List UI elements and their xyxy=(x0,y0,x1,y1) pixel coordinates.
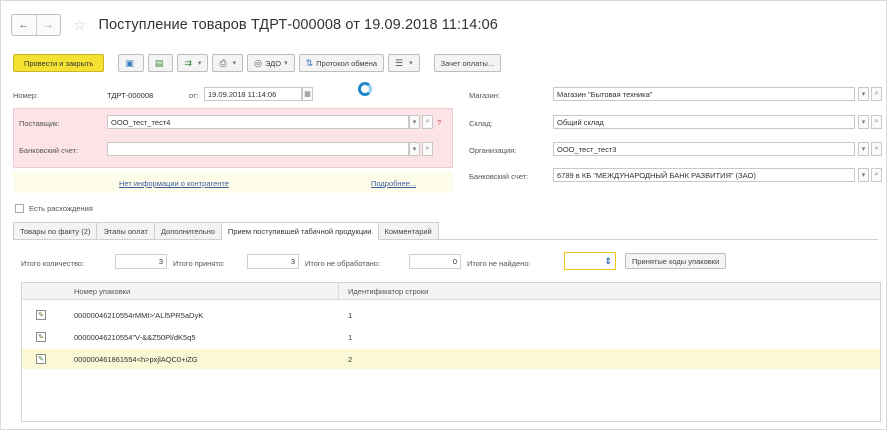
supplier-dropdown-icon[interactable]: ▾ xyxy=(409,115,420,129)
floppy-disk-icon: ▣ xyxy=(125,57,134,68)
date-from-label: от: xyxy=(189,91,199,100)
warehouse-dropdown-icon[interactable]: ▾ xyxy=(858,115,869,129)
back-arrow-icon[interactable]: ← xyxy=(12,15,36,35)
bank-open-icon[interactable]: ⌕ xyxy=(422,142,433,156)
bank-dropdown-icon[interactable]: ▾ xyxy=(409,142,420,156)
column-row-id[interactable]: Идентификатор строки xyxy=(348,283,428,300)
protocol-label: Протокол обмена xyxy=(316,58,378,68)
create-arrow-icon: ⇉ xyxy=(184,57,192,68)
package-code: 00000046210554rMMt>'ALl5PR5aDyK xyxy=(74,310,204,320)
total-unprocessed-value: 0 xyxy=(409,254,461,269)
exchange-protocol-button[interactable]: ⇅ Протокол обмена xyxy=(298,54,385,72)
copy-button[interactable]: ▤ xyxy=(147,54,174,72)
warehouse-open-icon[interactable]: ⌕ xyxy=(871,115,882,129)
title-row: ← → ☆ Поступление товаров ТДРТ-000008 от… xyxy=(11,10,876,40)
supplier-field[interactable]: ООО_тест_тест4 xyxy=(107,115,409,129)
discrepancy-label: Есть расхождения xyxy=(29,204,93,213)
org-bank-open-icon[interactable]: ⌕ xyxy=(871,168,882,182)
supplier-open-icon[interactable]: ⌕ xyxy=(422,115,433,129)
favorite-star-icon[interactable]: ☆ xyxy=(73,16,86,34)
organization-field[interactable]: ООО_тест_тест3 xyxy=(553,142,855,156)
org-bank-dropdown-icon[interactable]: ▾ xyxy=(858,168,869,182)
number-label: Номер: xyxy=(13,91,39,100)
save-button[interactable]: ▣ xyxy=(118,54,144,72)
navigation-buttons: ← → xyxy=(11,14,61,36)
print-button[interactable]: ⎙ ▾ xyxy=(212,54,244,72)
supplier-help-icon[interactable]: ? xyxy=(437,118,441,127)
column-package-number[interactable]: Номер упаковки xyxy=(74,283,130,300)
shop-dropdown-icon[interactable]: ▾ xyxy=(858,87,869,101)
row-id: 1 xyxy=(348,332,353,342)
table-row[interactable]: ✎ 000000461861554<h>pxjlAQC0+iZG 2 xyxy=(22,349,880,369)
tab-payment-stages[interactable]: Этапы оплат xyxy=(97,222,155,240)
package-code: 00000046210554"V-&&Z50Pl/dK5q5 xyxy=(74,332,196,342)
organization-label: Организация: xyxy=(469,146,517,155)
table-header: Номер упаковки Идентификатор строки xyxy=(22,283,880,300)
document-window: ← → ☆ Поступление товаров ТДРТ-000008 от… xyxy=(0,0,887,430)
forward-arrow-icon[interactable]: → xyxy=(35,15,61,35)
create-based-on-button[interactable]: ⇉ ▾ xyxy=(177,54,209,72)
total-quantity-label: Итого количество: xyxy=(21,259,85,268)
total-quantity-value: 3 xyxy=(115,254,167,269)
protocol-icon: ⇅ xyxy=(305,57,314,68)
total-unprocessed-label: Итого не обработано: xyxy=(305,259,381,268)
more-details-link[interactable]: Подробнее... xyxy=(371,179,416,188)
discrepancy-checkbox[interactable] xyxy=(15,204,24,213)
organization-open-icon[interactable]: ⌕ xyxy=(871,142,882,156)
tab-additional[interactable]: Дополнительно xyxy=(154,222,222,240)
warehouse-field[interactable]: Общий склад xyxy=(553,115,855,129)
shop-open-icon[interactable]: ⌕ xyxy=(871,87,882,101)
supplier-label: Поставщик: xyxy=(19,119,60,128)
total-accepted-value: 3 xyxy=(247,254,299,269)
more-actions-button[interactable]: ☰ ▾ xyxy=(388,54,420,72)
post-and-close-button[interactable]: Провести и закрыть xyxy=(13,54,105,72)
shop-field[interactable]: Магазин "Бытовая техника" xyxy=(553,87,855,101)
chevron-down-icon: ▾ xyxy=(197,60,202,67)
payment-offset-button[interactable]: Зачет оплаты... xyxy=(433,54,502,72)
number-value: ТДРТ-000008 xyxy=(107,91,154,100)
pencil-edit-icon: ✎ xyxy=(36,332,46,342)
toolbar: Провести и закрыть ▣ ▤ ⇉ ▾ ⎙ ▾ ◎ ЭДО ▾ ⇅ Прот… xyxy=(13,54,502,72)
warehouse-label: Склад: xyxy=(469,119,493,128)
shop-label: Магазин: xyxy=(469,91,501,100)
pencil-edit-icon: ✎ xyxy=(36,354,46,364)
row-id: 1 xyxy=(348,310,353,320)
tab-tobacco-acceptance[interactable]: Прием поступившей табачной продукции xyxy=(221,222,379,240)
organization-dropdown-icon[interactable]: ▾ xyxy=(858,142,869,156)
packages-table: Номер упаковки Идентификатор строки ✎ 00… xyxy=(21,282,881,422)
accepted-codes-button[interactable]: Принятые коды упаковки xyxy=(625,253,727,269)
bank-account-label: Банковский счет: xyxy=(19,146,79,155)
total-not-found-label: Итого не найдено: xyxy=(467,259,531,268)
tab-comment[interactable]: Комментарий xyxy=(378,222,439,240)
edo-button[interactable]: ◎ ЭДО ▾ xyxy=(247,54,295,72)
tab-bar: Товары по факту (2) Этапы оплат Дополнит… xyxy=(13,222,439,240)
text-cursor-icon: ⇕ xyxy=(604,255,612,266)
chevron-down-icon: ▾ xyxy=(232,60,237,67)
total-not-found-field[interactable]: ⇕ xyxy=(564,252,616,270)
loading-spinner-icon xyxy=(358,82,372,96)
tab-goods-actual[interactable]: Товары по факту (2) xyxy=(13,222,98,240)
table-row[interactable]: ✎ 00000046210554rMMt>'ALl5PR5aDyK 1 xyxy=(22,305,880,325)
org-bank-account-label: Банковский счет: xyxy=(469,172,529,181)
document-copy-icon: ▤ xyxy=(154,57,164,68)
chevron-down-icon: ▾ xyxy=(284,60,288,67)
menu-icon: ☰ xyxy=(395,57,404,68)
calendar-icon[interactable]: ▦ xyxy=(302,87,313,101)
row-id: 2 xyxy=(348,354,353,364)
pencil-edit-icon: ✎ xyxy=(36,310,46,320)
no-contractor-info-link[interactable]: Нет информации о контрагенте xyxy=(119,179,229,188)
package-code: 000000461861554<h>pxjlAQC0+iZG xyxy=(74,354,198,364)
table-row[interactable]: ✎ 00000046210554"V-&&Z50Pl/dK5q5 1 xyxy=(22,327,880,347)
edo-label: ЭДО xyxy=(265,58,282,68)
edo-icon: ◎ xyxy=(254,57,263,68)
bank-account-field[interactable] xyxy=(107,142,409,156)
total-accepted-label: Итого принято: xyxy=(173,259,225,268)
printer-icon: ⎙ xyxy=(219,57,227,68)
org-bank-account-field[interactable]: 6789 в КБ "МЕЖДУНАРОДНЫЙ БАНК РАЗВИТИЯ" … xyxy=(553,168,855,182)
chevron-down-icon: ▾ xyxy=(409,60,413,67)
page-title: Поступление товаров ТДРТ-000008 от 19.09… xyxy=(98,17,498,33)
date-field[interactable]: 19.09.2018 11:14:06 xyxy=(204,87,302,101)
